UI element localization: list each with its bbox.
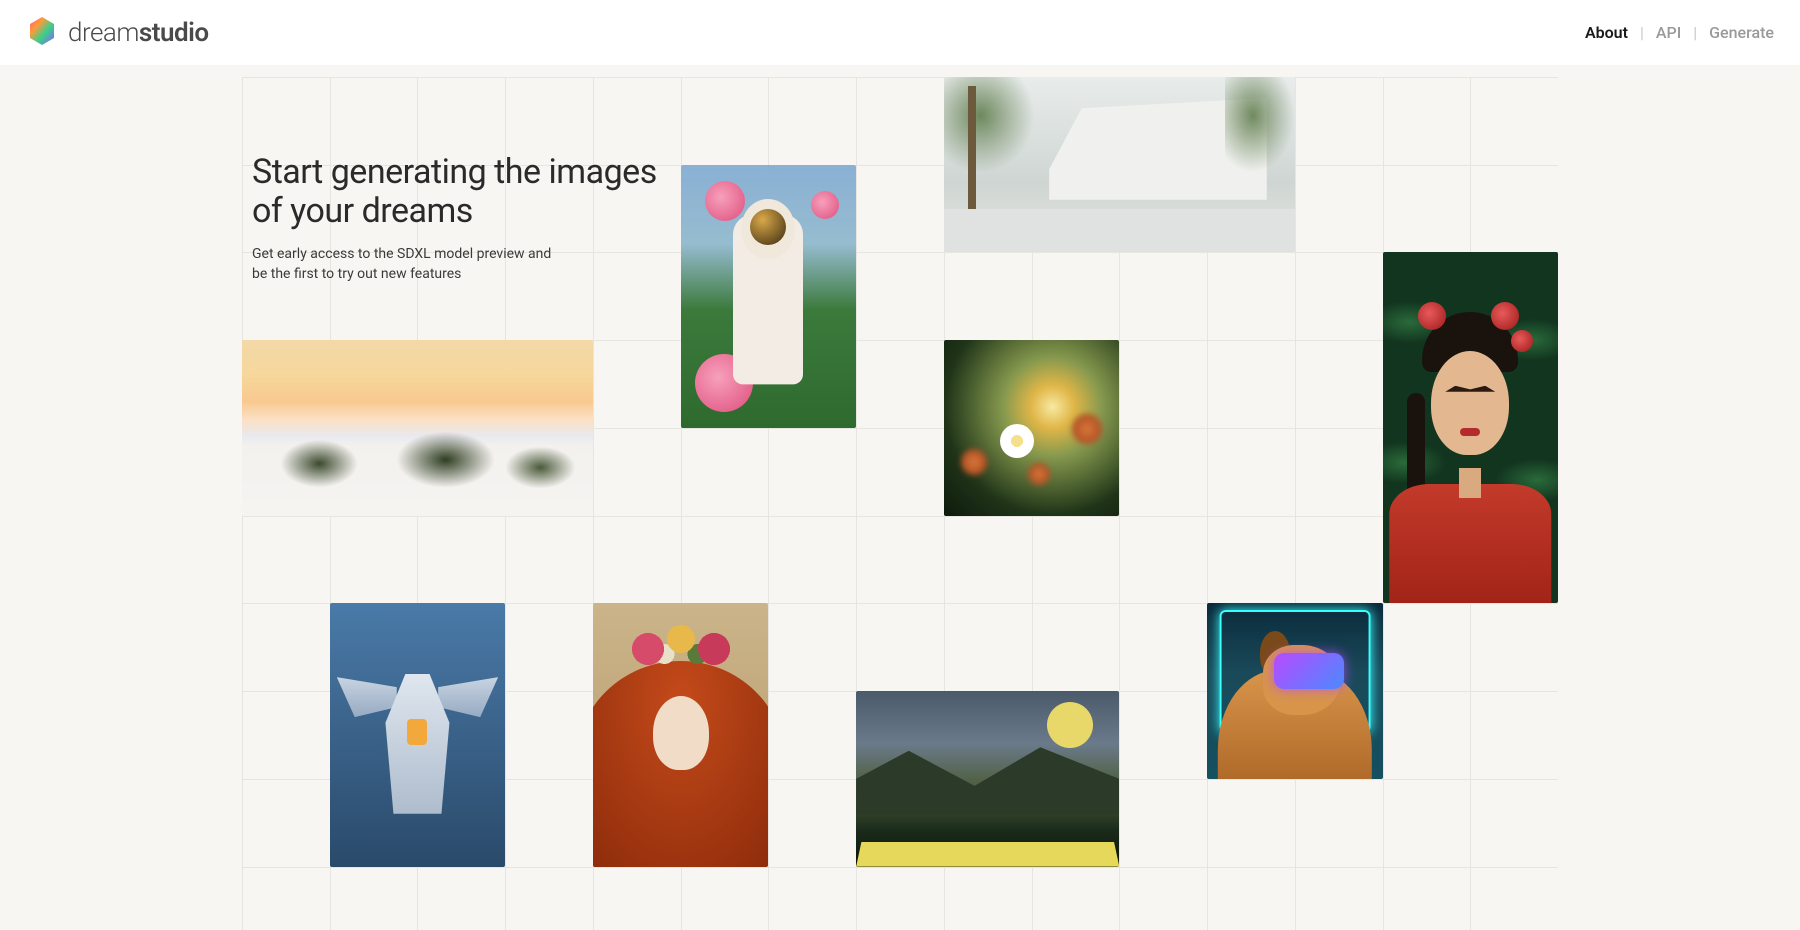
image-placeholder-icon bbox=[944, 77, 1295, 252]
gallery-image-beach-sunset[interactable] bbox=[242, 340, 593, 515]
image-placeholder-icon bbox=[330, 603, 505, 866]
gallery-image-frida-portrait[interactable] bbox=[1383, 252, 1558, 603]
image-placeholder-icon bbox=[944, 340, 1119, 515]
nav-separator: | bbox=[1640, 23, 1644, 42]
gallery-image-mountain-moon[interactable] bbox=[856, 691, 1119, 866]
gallery-image-modern-house[interactable] bbox=[944, 77, 1295, 252]
brand-logo-icon bbox=[26, 15, 58, 51]
brand[interactable]: dreamstudio bbox=[26, 15, 209, 51]
image-placeholder-icon bbox=[1383, 252, 1558, 603]
gallery-image-vr-dog[interactable] bbox=[1207, 603, 1382, 778]
nav-link-about[interactable]: About bbox=[1585, 23, 1628, 42]
gallery-image-daisy-sunlight[interactable] bbox=[944, 340, 1119, 515]
nav-link-generate[interactable]: Generate bbox=[1709, 23, 1774, 42]
top-header: dreamstudio About | API | Generate bbox=[0, 0, 1800, 66]
hero-gallery-stage: Start generating the images of your drea… bbox=[242, 77, 1558, 930]
nav-separator: | bbox=[1693, 23, 1697, 42]
hero-title: Start generating the images of your drea… bbox=[252, 153, 672, 231]
image-placeholder-icon bbox=[681, 165, 856, 428]
nav-link-api[interactable]: API bbox=[1656, 23, 1681, 42]
image-placeholder-icon bbox=[593, 603, 768, 866]
top-nav: About | API | Generate bbox=[1585, 23, 1774, 42]
hero-subtitle: Get early access to the SDXL model previ… bbox=[252, 245, 552, 284]
gallery-image-flower-crown[interactable] bbox=[593, 603, 768, 866]
hero-copy: Start generating the images of your drea… bbox=[252, 153, 672, 284]
image-placeholder-icon bbox=[856, 691, 1119, 866]
image-placeholder-icon bbox=[1207, 603, 1382, 778]
brand-name: dreamstudio bbox=[68, 18, 209, 48]
gallery-image-mecha-robot[interactable] bbox=[330, 603, 505, 866]
image-placeholder-icon bbox=[242, 340, 593, 515]
gallery-image-astronaut-roses[interactable] bbox=[681, 165, 856, 428]
